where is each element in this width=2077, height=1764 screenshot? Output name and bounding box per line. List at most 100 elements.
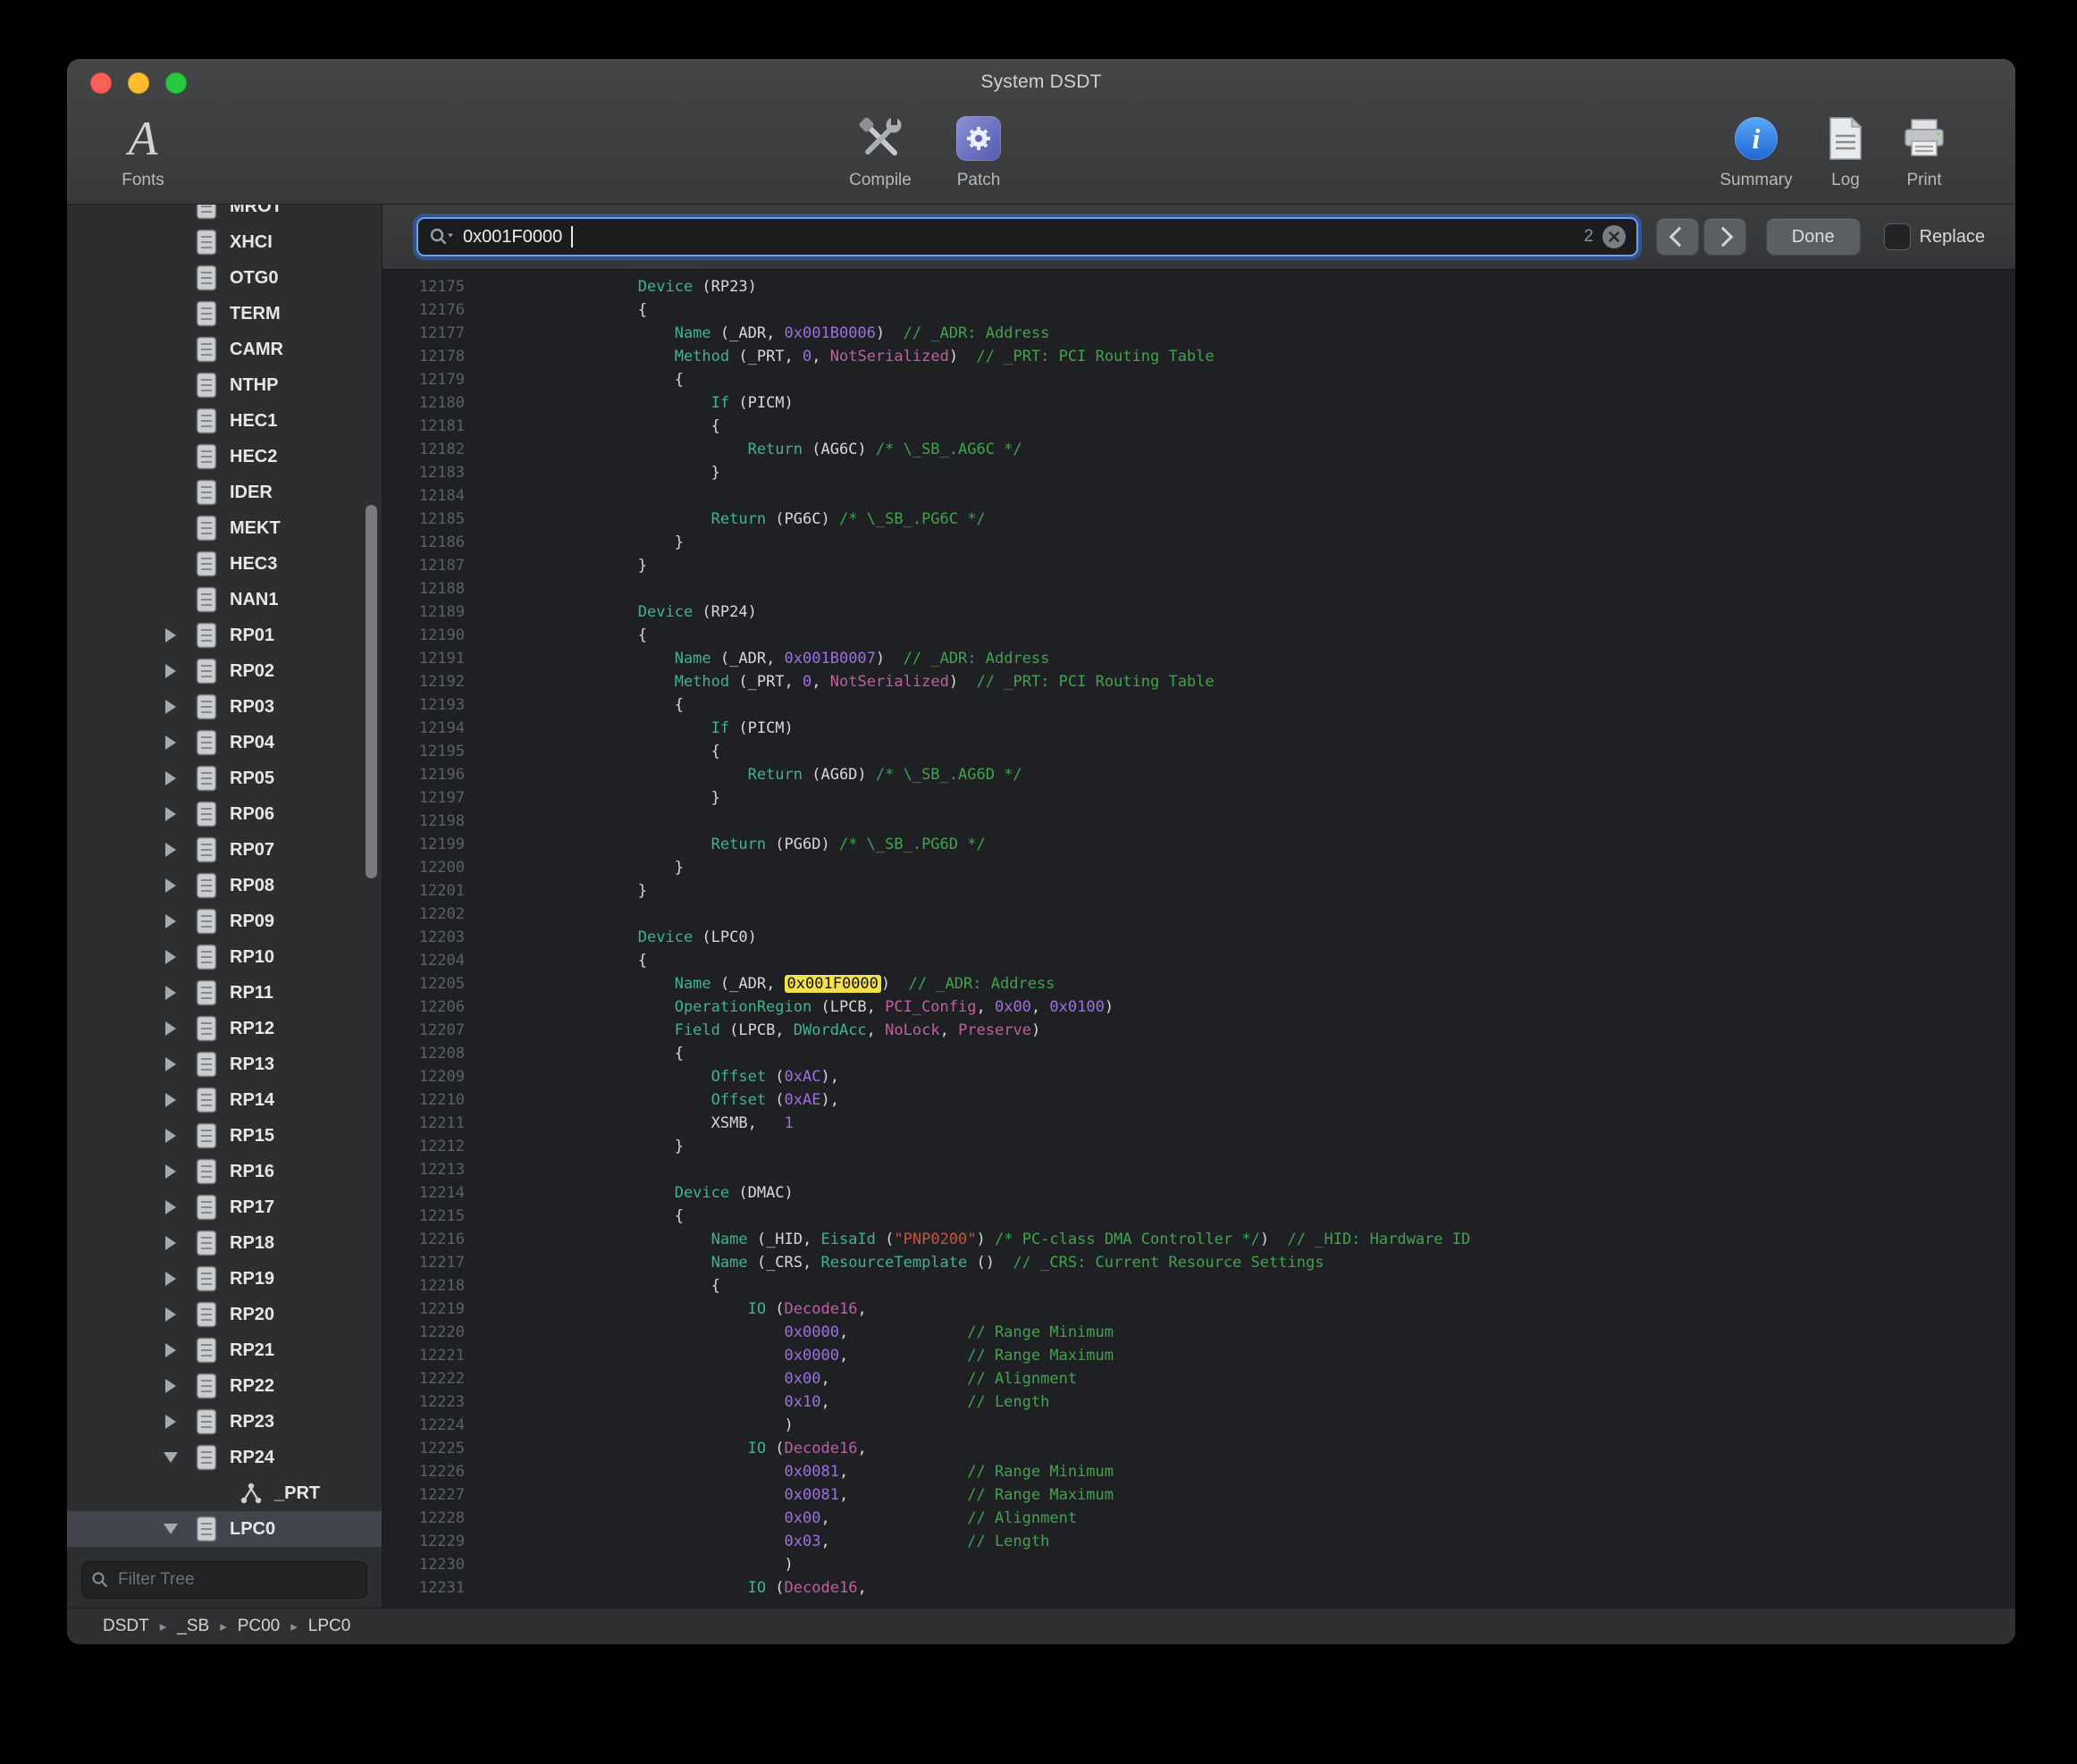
code-line[interactable]: 0x0000, // Range Minimum [492,1321,1114,1344]
log-button[interactable]: Log [1810,111,1881,190]
code-line[interactable]: Method (_PRT, 0, NotSerialized) // _PRT:… [492,670,1215,693]
code-line[interactable]: 0x03, // Length [492,1530,1049,1553]
patch-button[interactable]: Patch [938,111,1019,190]
disclosure-triangle[interactable] [153,1129,189,1143]
code-line[interactable]: { [492,693,684,717]
tree-item-rp18[interactable]: RP18 [67,1225,382,1261]
code-line[interactable]: Method (_PRT, 0, NotSerialized) // _PRT:… [492,345,1215,368]
code-line[interactable]: } [492,531,684,554]
code-line[interactable]: Name (_HID, EisaId ("PNP0200") /* PC-cla… [492,1228,1470,1251]
code-line[interactable]: { [492,298,647,322]
code-line[interactable]: 0x0000, // Range Maximum [492,1344,1114,1367]
tree-item-rp16[interactable]: RP16 [67,1154,382,1189]
tree-item-rp22[interactable]: RP22 [67,1368,382,1404]
disclosure-triangle[interactable] [153,914,189,928]
tree-item-lpc0[interactable]: LPC0 [67,1511,382,1547]
disclosure-triangle[interactable] [153,771,189,785]
find-next-button[interactable] [1703,218,1746,256]
breadcrumb-item-lpc0[interactable]: LPC0 [308,1617,351,1636]
disclosure-triangle[interactable] [153,1452,189,1463]
code-line[interactable]: 0x0081, // Range Minimum [492,1460,1114,1483]
tree-item-hec2[interactable]: HEC2 [67,439,382,475]
tree-item-rp13[interactable]: RP13 [67,1046,382,1082]
tree-item-rp24[interactable]: RP24 [67,1440,382,1475]
find-previous-button[interactable] [1656,218,1699,256]
code-line[interactable]: IO (Decode16, [492,1576,867,1600]
disclosure-triangle[interactable] [153,1164,189,1179]
disclosure-triangle[interactable] [153,986,189,1000]
code-editor[interactable]: 12175 Device (RP23)12176 {12177 Name (_A… [383,270,2015,1608]
tree-item-term[interactable]: TERM [67,296,382,332]
code-line[interactable]: 0x00, // Alignment [492,1367,1077,1390]
code-line[interactable]: IO (Decode16, [492,1437,867,1460]
tree-item-rp04[interactable]: RP04 [67,725,382,760]
code-line[interactable]: ) [492,1414,794,1437]
tree-item-rp02[interactable]: RP02 [67,653,382,689]
code-line[interactable]: Offset (0xAE), [492,1088,839,1112]
disclosure-triangle[interactable] [153,1057,189,1071]
compile-button[interactable]: Compile [831,111,929,190]
code-line[interactable]: { [492,624,647,647]
code-line[interactable]: { [492,740,720,763]
tree-item-rp09[interactable]: RP09 [67,903,382,939]
code-line[interactable]: { [492,415,720,438]
breadcrumb-item-dsdt[interactable]: DSDT [103,1617,149,1636]
code-line[interactable]: Offset (0xAC), [492,1065,839,1088]
disclosure-triangle[interactable] [153,1021,189,1036]
disclosure-triangle[interactable] [153,1379,189,1393]
close-button[interactable] [90,72,112,94]
code-line[interactable]: Return (PG6D) /* \_SB_.PG6D */ [492,833,986,856]
code-line[interactable]: } [492,786,720,810]
disclosure-triangle[interactable] [153,664,189,678]
fonts-button[interactable]: A Fonts [103,111,183,190]
tree-item-rp20[interactable]: RP20 [67,1297,382,1332]
tree-item-rp19[interactable]: RP19 [67,1261,382,1297]
code-line[interactable]: 0x10, // Length [492,1390,1049,1414]
code-line[interactable]: } [492,554,647,577]
tree-item-rp17[interactable]: RP17 [67,1189,382,1225]
code-line[interactable]: IO (Decode16, [492,1298,867,1321]
code-line[interactable]: { [492,949,647,972]
tree-item-hec1[interactable]: HEC1 [67,403,382,439]
code-line[interactable]: If (PICM) [492,391,794,415]
tree-item-rp11[interactable]: RP11 [67,975,382,1011]
tree-item-camr[interactable]: CAMR [67,332,382,367]
code-line[interactable]: Return (AG6C) /* \_SB_.AG6C */ [492,438,1022,461]
code-line[interactable]: Return (PG6C) /* \_SB_.PG6C */ [492,508,986,531]
tree-item-xhci[interactable]: XHCI [67,224,382,260]
search-input[interactable]: 0x001F0000 2 [416,217,1638,256]
tree-item-mekt[interactable]: MEKT [67,510,382,546]
tree-item-rp14[interactable]: RP14 [67,1082,382,1118]
tree-item-rp21[interactable]: RP21 [67,1332,382,1368]
code-line[interactable]: } [492,1135,684,1158]
tree-item-rp08[interactable]: RP08 [67,868,382,903]
code-line[interactable]: ) [492,1553,794,1576]
code-line[interactable]: Name (_ADR, 0x001B0007) // _ADR: Address [492,647,1049,670]
filter-tree-input[interactable] [116,1569,357,1591]
tree-item-rp23[interactable]: RP23 [67,1404,382,1440]
code-line[interactable]: Name (_CRS, ResourceTemplate () // _CRS:… [492,1251,1324,1274]
code-line[interactable]: } [492,856,684,879]
zoom-button[interactable] [165,72,187,94]
tree-item-ider[interactable]: IDER [67,475,382,510]
code-line[interactable]: XSMB, 1 [492,1112,794,1135]
disclosure-triangle[interactable] [153,628,189,643]
tree-item-nthp[interactable]: NTHP [67,367,382,403]
code-line[interactable]: 0x0081, // Range Maximum [492,1483,1114,1507]
disclosure-triangle[interactable] [153,1272,189,1286]
code-line[interactable]: Name (_ADR, 0x001F0000) // _ADR: Address [492,972,1055,995]
tree-item-rp06[interactable]: RP06 [67,796,382,832]
tree-item-otg0[interactable]: OTG0 [67,260,382,296]
tree-item-rp03[interactable]: RP03 [67,689,382,725]
clear-search-button[interactable] [1602,225,1626,248]
done-button[interactable]: Done [1766,218,1861,256]
tree-item-rp01[interactable]: RP01 [67,617,382,653]
disclosure-triangle[interactable] [153,1524,189,1534]
tree-item-nan1[interactable]: NAN1 [67,582,382,617]
minimize-button[interactable] [128,72,149,94]
disclosure-triangle[interactable] [153,1415,189,1429]
tree-item-rp12[interactable]: RP12 [67,1011,382,1046]
disclosure-triangle[interactable] [153,1236,189,1250]
code-line[interactable]: If (PICM) [492,717,794,740]
print-button[interactable]: Print [1886,111,1963,190]
